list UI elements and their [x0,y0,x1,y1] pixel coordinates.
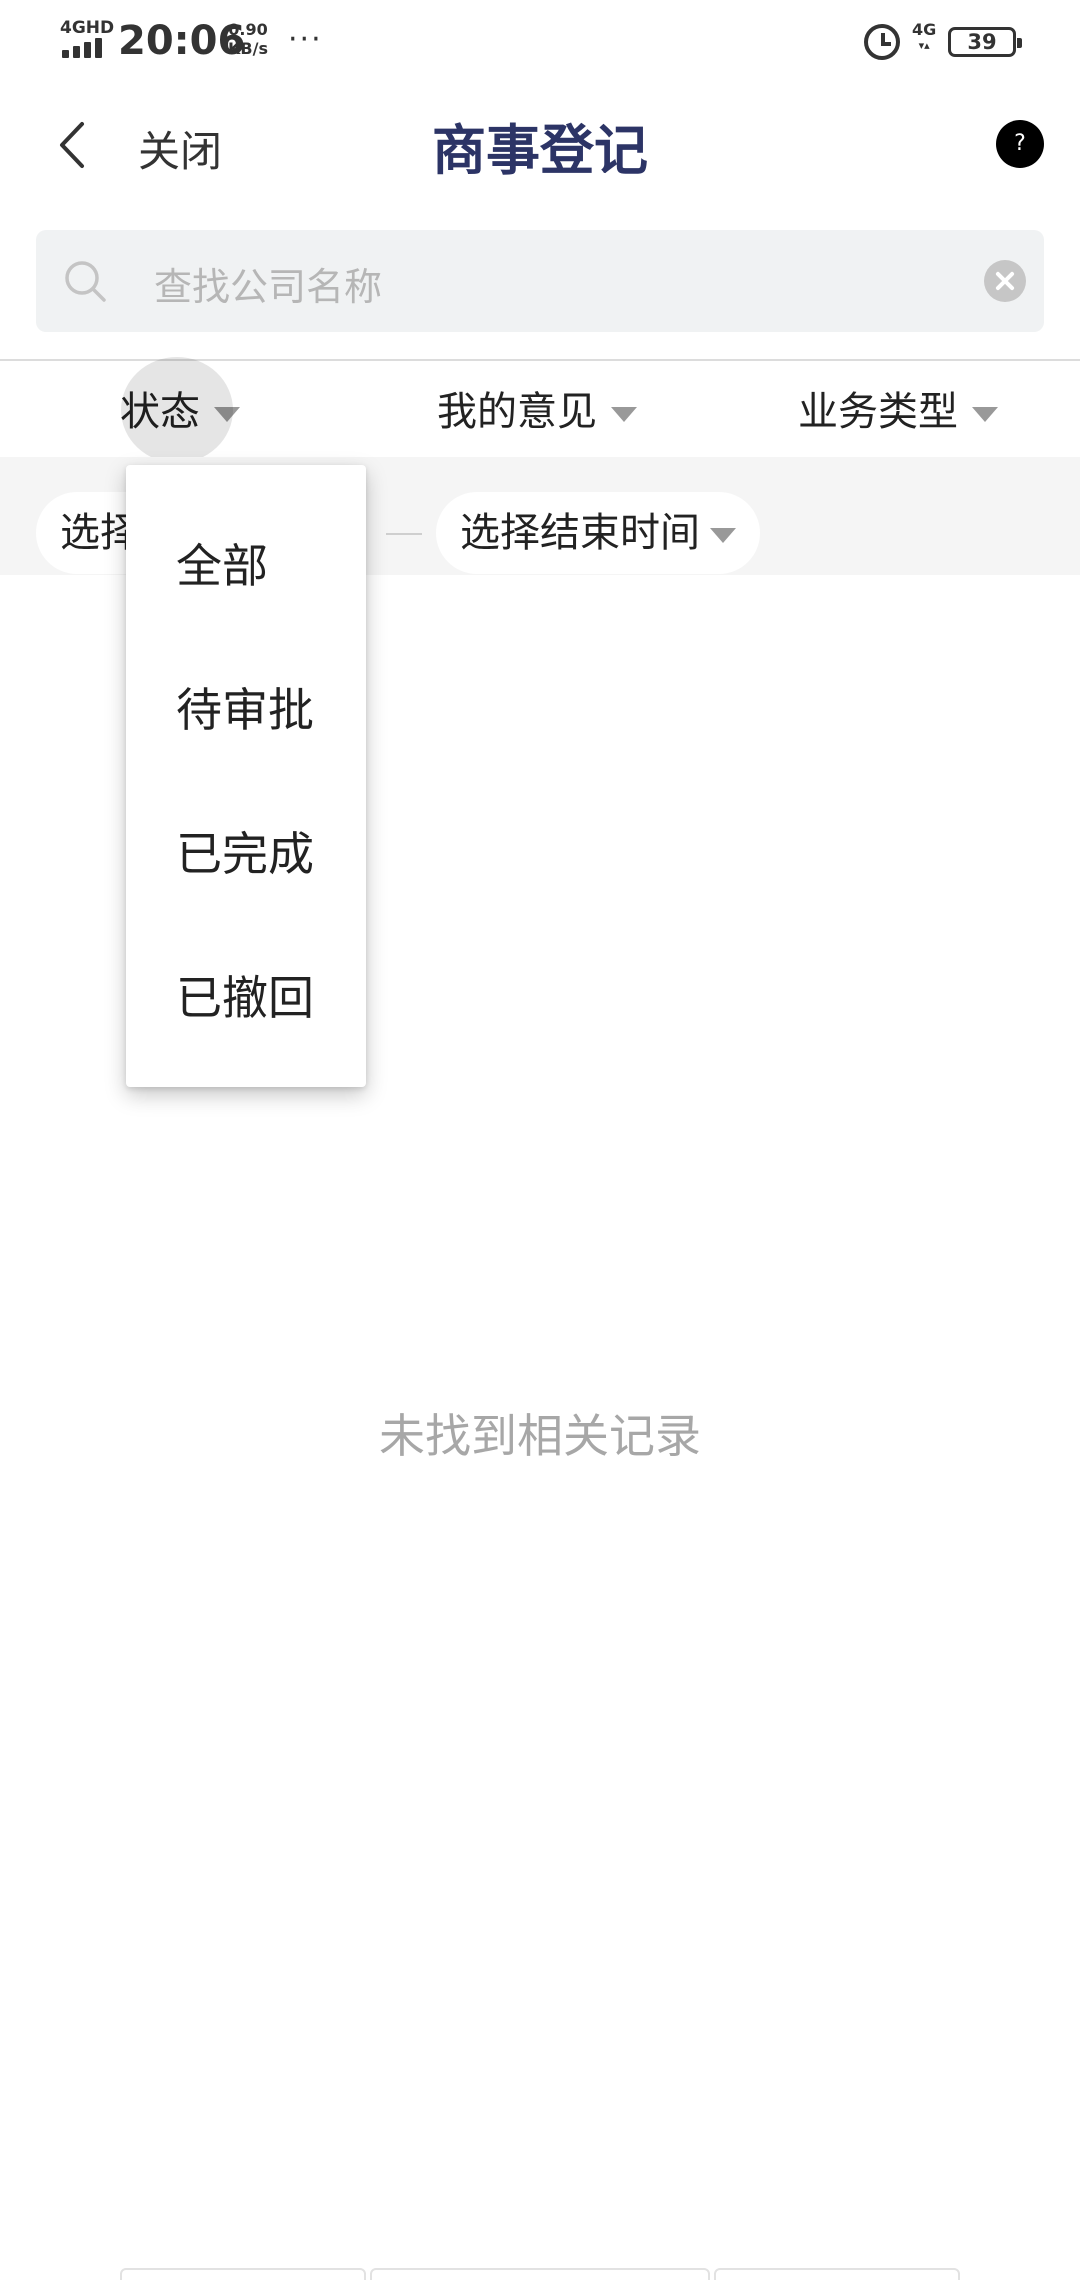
search-placeholder: 查找公司名称 [154,265,383,309]
clear-icon[interactable] [984,260,1026,302]
end-date-label: 选择结束时间 [460,510,700,556]
speed-unit: KB/s [228,39,268,58]
filter-my-opinion[interactable]: 我的意见 [437,379,637,437]
caret-down-icon [710,527,736,543]
speed-value: 0.90 [228,20,268,39]
help-icon[interactable]: ? [996,120,1044,168]
status-bar: 4GHD 20:06 0.90 KB/s ··· 4G ▾▴ 39 [0,0,1080,80]
dropdown-option-pending[interactable]: 待审批 [176,674,314,740]
dropdown-option-completed[interactable]: 已完成 [176,818,314,884]
filter-business-type-label: 业务类型 [798,389,958,435]
nav-bar: 关闭 商事登记 ? [0,80,1080,205]
empty-state-message: 未找到相关记录 [379,1409,701,1463]
signal-icon [62,38,106,58]
mobile-data-indicator: 4G ▾▴ [912,22,936,54]
caret-down-icon [972,406,998,422]
touch-ripple [121,357,233,463]
caret-down-icon [611,406,637,422]
bottom-tab[interactable] [714,2268,960,2280]
filter-business-type[interactable]: 业务类型 [798,379,998,437]
page: 4GHD 20:06 0.90 KB/s ··· 4G ▾▴ 39 关闭 商事登… [0,0,1080,2280]
page-title: 商事登记 [432,119,648,182]
bottom-tab[interactable] [120,2268,366,2280]
search-input[interactable]: 查找公司名称 [36,230,1044,332]
dropdown-option-all[interactable]: 全部 [176,530,268,596]
bottom-tab[interactable] [370,2268,710,2280]
search-icon [65,261,106,302]
data-arrows-icon: ▾▴ [918,39,930,52]
clock: 20:06 [118,18,246,64]
net-type: 4G [912,20,937,39]
dropdown-option-withdrawn[interactable]: 已撤回 [176,962,314,1028]
battery-level: 39 [967,30,997,54]
network-label: 4GHD [60,18,115,38]
battery-icon: 39 [948,27,1022,57]
date-separator [386,533,422,535]
network-speed: 0.90 KB/s [228,20,268,58]
alarm-icon [864,24,900,60]
end-date-picker[interactable]: 选择结束时间 [436,492,760,574]
more-notifications-icon: ··· [288,22,323,57]
filter-my-opinion-label: 我的意见 [437,389,597,435]
status-dropdown-menu: 全部 待审批 已完成 已撤回 [126,465,366,1087]
